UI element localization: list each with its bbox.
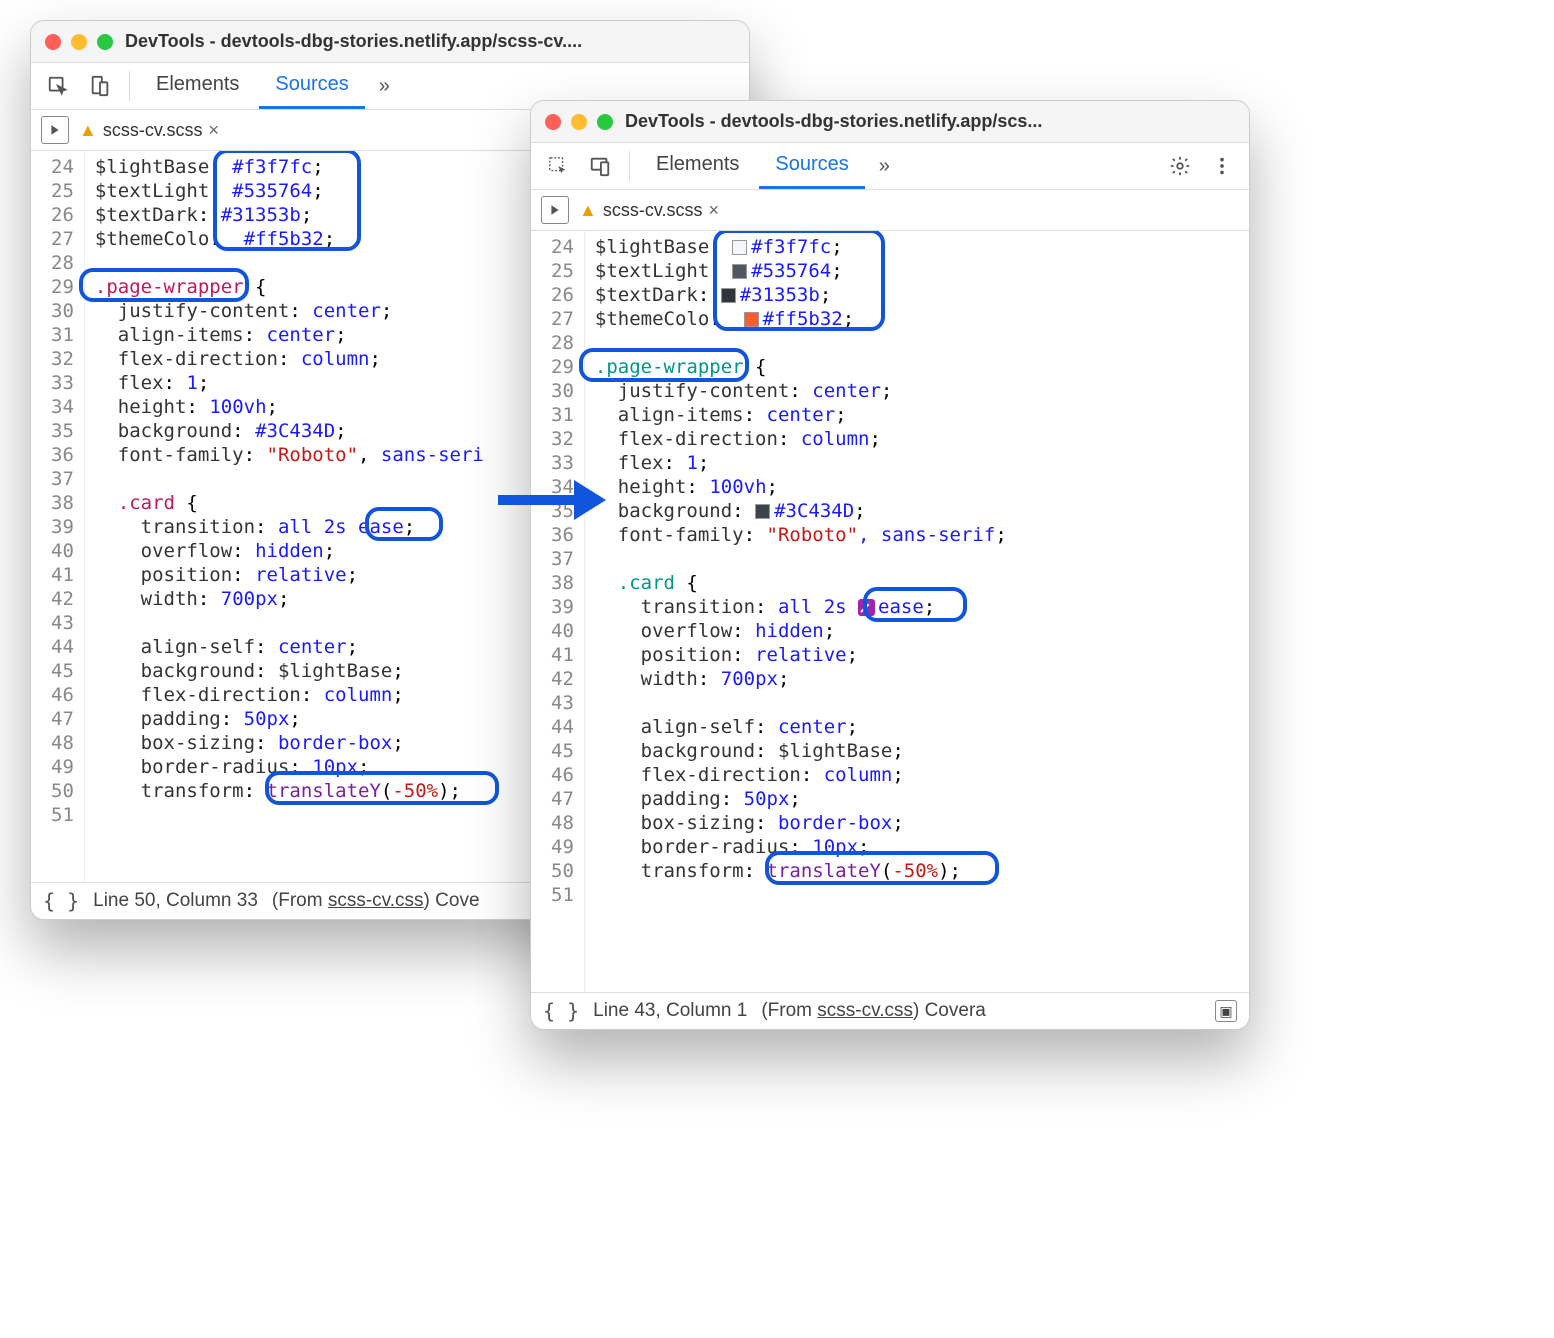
file-tab[interactable]: ▲ scss-cv.scss ×: [579, 200, 719, 221]
tab-sources[interactable]: Sources: [759, 143, 864, 189]
devtools-window-right: DevTools - devtools-dbg-stories.netlify.…: [530, 100, 1250, 1030]
format-icon[interactable]: { }: [543, 999, 579, 1023]
inspect-icon[interactable]: [539, 147, 577, 185]
kebab-icon[interactable]: [1203, 147, 1241, 185]
maximize-window-icon[interactable]: [597, 114, 613, 130]
color-swatch-icon[interactable]: [744, 312, 759, 327]
maximize-window-icon[interactable]: [97, 34, 113, 50]
tab-elements[interactable]: Elements: [140, 63, 255, 109]
warning-icon: ▲: [79, 120, 97, 141]
code-content[interactable]: $lightBase #f3f7fc; $textLight #535764; …: [585, 231, 1249, 992]
file-name: scss-cv.scss: [103, 120, 203, 141]
color-swatch-icon[interactable]: [732, 264, 747, 279]
file-tab[interactable]: ▲ scss-cv.scss ×: [79, 120, 219, 141]
titlebar: DevTools - devtools-dbg-stories.netlify.…: [31, 21, 749, 63]
device-toggle-icon[interactable]: [581, 147, 619, 185]
inspect-icon[interactable]: [39, 67, 77, 105]
expand-icon[interactable]: ▣: [1215, 1000, 1237, 1022]
divider: [629, 151, 630, 181]
window-title: DevTools - devtools-dbg-stories.netlify.…: [125, 31, 735, 52]
bezier-icon[interactable]: [858, 599, 875, 616]
format-icon[interactable]: { }: [43, 889, 79, 913]
source-from: (From scss-cv.css) Covera: [761, 1000, 986, 1022]
window-title: DevTools - devtools-dbg-stories.netlify.…: [625, 111, 1235, 132]
close-tab-icon[interactable]: ×: [209, 120, 220, 141]
source-link[interactable]: scss-cv.css: [328, 890, 424, 911]
device-toggle-icon[interactable]: [81, 67, 119, 105]
code-editor[interactable]: 24 25 26 27 28 29 30 31 32 33 34 35 36 3…: [531, 231, 1249, 992]
cursor-position: Line 43, Column 1: [593, 1000, 747, 1022]
close-tab-icon[interactable]: ×: [709, 200, 720, 221]
show-navigator-icon[interactable]: [541, 196, 569, 224]
tab-elements[interactable]: Elements: [640, 143, 755, 189]
gear-icon[interactable]: [1161, 147, 1199, 185]
traffic-lights: [545, 114, 613, 130]
traffic-lights: [45, 34, 113, 50]
tabbar: Elements Sources »: [531, 143, 1249, 190]
source-from: (From scss-cv.css) Cove: [272, 890, 480, 912]
minimize-window-icon[interactable]: [71, 34, 87, 50]
line-gutter: 24 25 26 27 28 29 30 31 32 33 34 35 36 3…: [531, 231, 585, 992]
cursor-position: Line 50, Column 33: [93, 890, 258, 912]
file-name: scss-cv.scss: [603, 200, 703, 221]
color-swatch-icon[interactable]: [732, 240, 747, 255]
divider: [129, 71, 130, 101]
close-window-icon[interactable]: [45, 34, 61, 50]
close-window-icon[interactable]: [545, 114, 561, 130]
warning-icon: ▲: [579, 200, 597, 221]
minimize-window-icon[interactable]: [571, 114, 587, 130]
color-swatch-icon[interactable]: [755, 504, 770, 519]
line-gutter: 24 25 26 27 28 29 30 31 32 33 34 35 36 3…: [31, 151, 85, 882]
filebar: ▲ scss-cv.scss ×: [531, 190, 1249, 231]
color-swatch-icon[interactable]: [721, 288, 736, 303]
statusbar: { } Line 43, Column 1 (From scss-cv.css)…: [531, 992, 1249, 1029]
tab-sources[interactable]: Sources: [259, 63, 364, 109]
show-navigator-icon[interactable]: [41, 116, 69, 144]
more-tabs-icon[interactable]: »: [869, 145, 900, 188]
more-tabs-icon[interactable]: »: [369, 65, 400, 108]
titlebar: DevTools - devtools-dbg-stories.netlify.…: [531, 101, 1249, 143]
source-link[interactable]: scss-cv.css: [817, 1000, 913, 1021]
arrow-icon: [498, 480, 618, 520]
